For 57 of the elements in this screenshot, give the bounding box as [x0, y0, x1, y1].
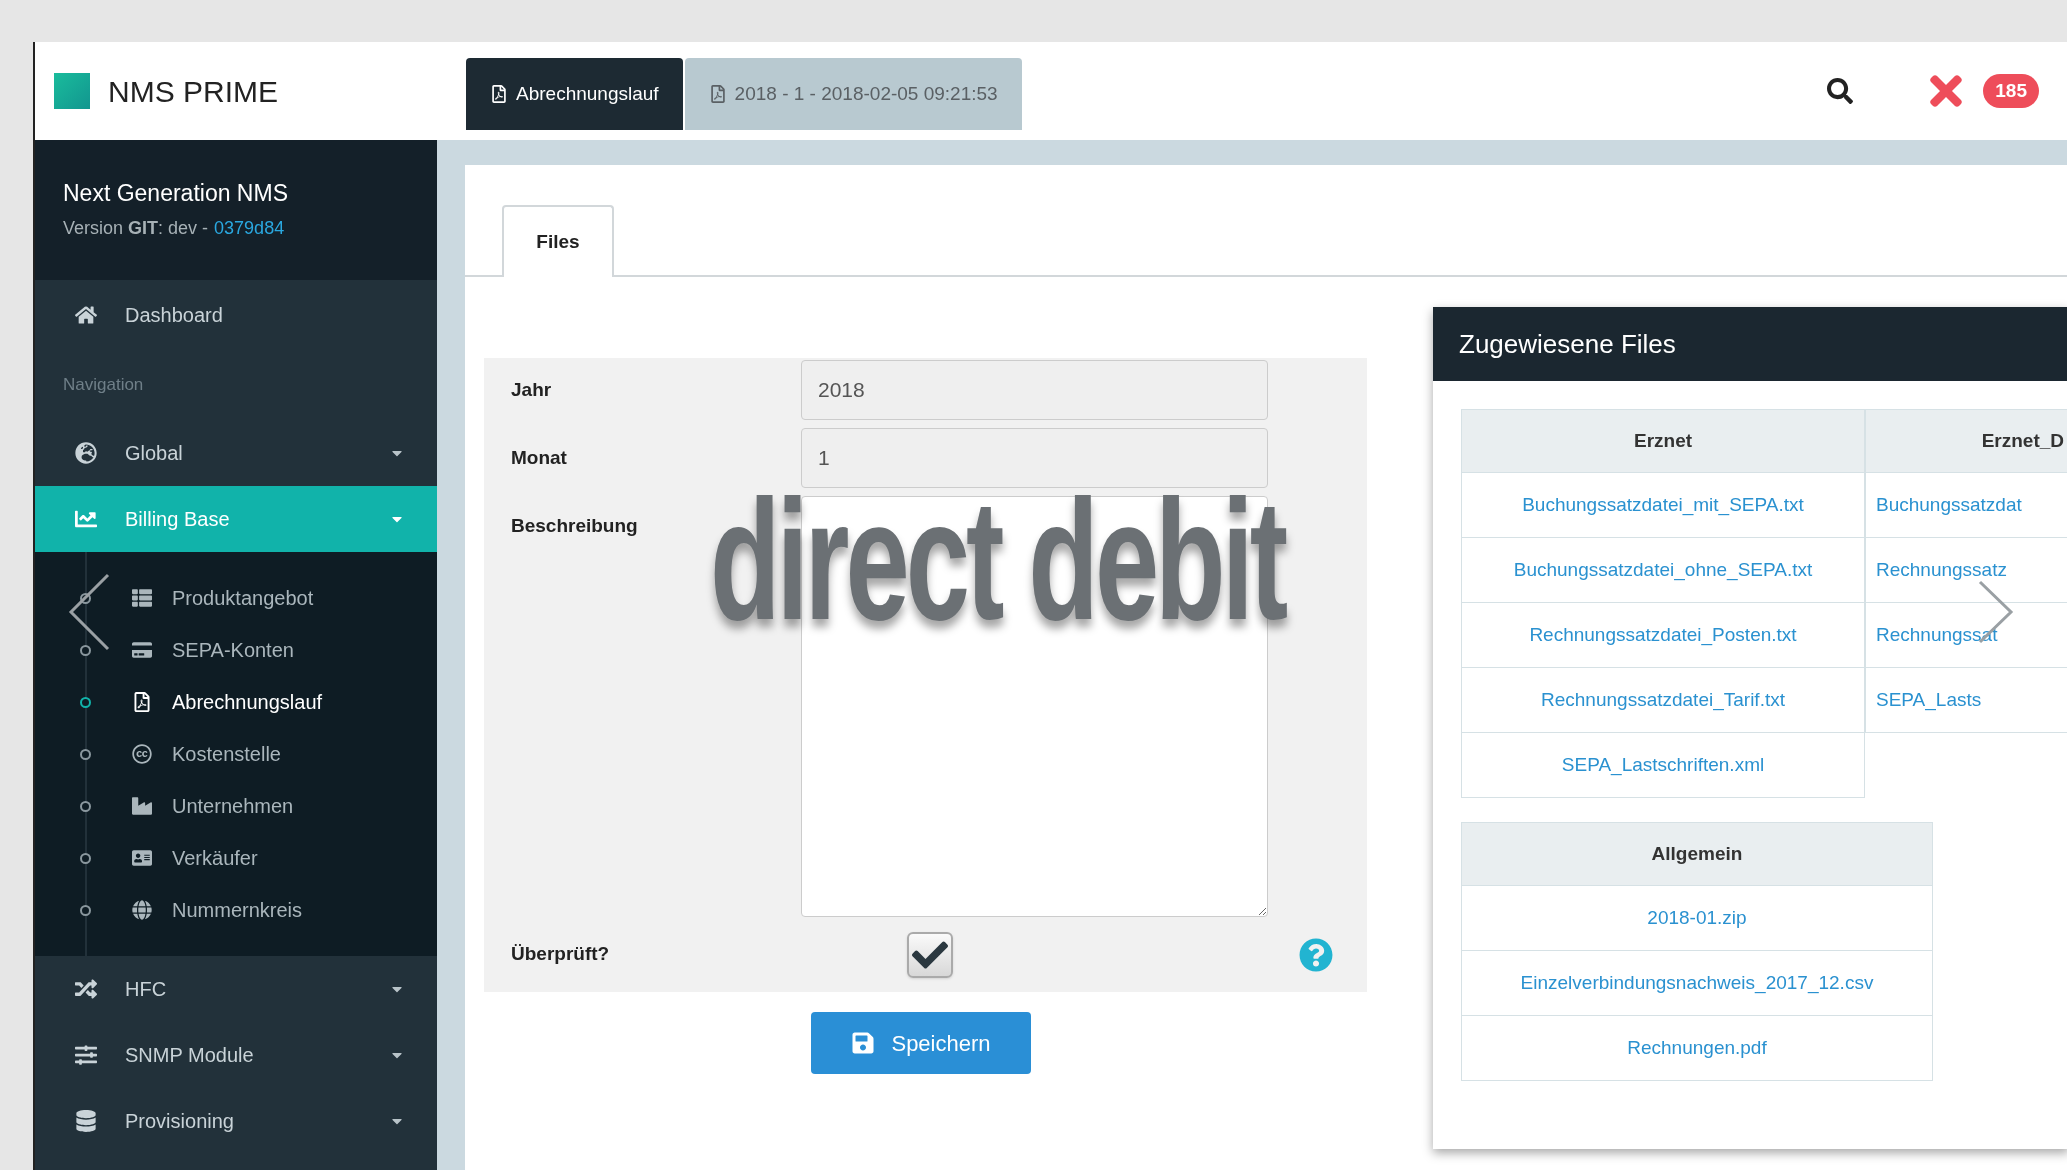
file-icon [708, 85, 727, 103]
sidebar-item[interactable]: HFC [35, 956, 437, 1022]
commit-link[interactable]: 0379d84 [214, 214, 285, 242]
item-icon [132, 692, 152, 712]
bullet-icon [80, 748, 91, 760]
sidebar-title: Next Generation NMS [63, 179, 289, 208]
item-icon [132, 796, 152, 816]
item-icon [132, 900, 152, 920]
file-icon [490, 85, 508, 103]
logo-icon [54, 73, 90, 109]
file-link[interactable]: Rechnungen.pdf [1627, 1033, 1767, 1063]
app-title: NMS PRIME [108, 73, 278, 110]
checkbox[interactable] [907, 931, 953, 978]
submenu-item[interactable]: Verkäufer [35, 832, 437, 884]
page-tab[interactable]: Abrechnungslauf [466, 58, 683, 130]
notification-badge[interactable]: 185 [1983, 73, 2039, 109]
submenu-item[interactable]: SEPA-Konten [35, 624, 437, 676]
bullet-icon [80, 592, 91, 604]
sidebar-item[interactable]: SNMP Module [35, 1022, 437, 1088]
field-label: Beschreibung [511, 515, 638, 536]
content-tab[interactable]: Files [502, 205, 614, 277]
home-icon [75, 304, 97, 326]
item-icon [132, 744, 152, 764]
text-field[interactable]: 1 [801, 428, 1268, 488]
bullet-icon [80, 644, 91, 656]
save-icon [851, 1031, 876, 1055]
save-button[interactable]: Speichern [811, 1012, 1031, 1074]
item-icon [132, 588, 152, 608]
field-label: Jahr [511, 378, 552, 400]
field-label: Überprüft? [511, 943, 610, 965]
submenu-item[interactable]: Kostenstelle [35, 728, 437, 780]
chevron-left-icon[interactable] [68, 573, 110, 651]
search-icon[interactable] [1827, 78, 1854, 104]
column-header: Allgemein [1461, 822, 1933, 886]
section-label: Navigation [63, 374, 144, 397]
bullet-icon [80, 696, 91, 708]
submenu-item[interactable]: Abrechnungslauf [35, 676, 437, 728]
column-header: Erznet [1461, 409, 1865, 473]
bullet-icon [80, 852, 91, 864]
item-icon [132, 848, 152, 868]
sidebar-item[interactable]: Dashboard [35, 280, 437, 350]
field-label: Monat [511, 446, 567, 468]
text-field[interactable]: 2018 [801, 360, 1268, 420]
item-icon [132, 640, 152, 660]
submenu-item[interactable]: Unternehmen [35, 780, 437, 832]
page-tab[interactable]: 2018 - 1 - 2018-02-05 09:21:53 [684, 58, 1022, 130]
sidebar-item[interactable]: Provisioning [35, 1088, 437, 1154]
bullet-icon [80, 904, 91, 916]
submenu-item[interactable]: Produktangebot [35, 572, 437, 624]
overlay-caption: direct debit [710, 492, 1285, 628]
file-link[interactable]: 2018-01.zip [1647, 903, 1747, 933]
submenu-item[interactable]: Nummernkreis [35, 884, 437, 936]
panel-header: Zugewiesene Files [1433, 307, 2067, 381]
bullet-icon [80, 800, 91, 812]
sidebar-item[interactable]: Global [35, 420, 437, 486]
version-text: Version GIT: dev - [63, 216, 209, 240]
column-header: Erznet_D [1865, 409, 2067, 473]
